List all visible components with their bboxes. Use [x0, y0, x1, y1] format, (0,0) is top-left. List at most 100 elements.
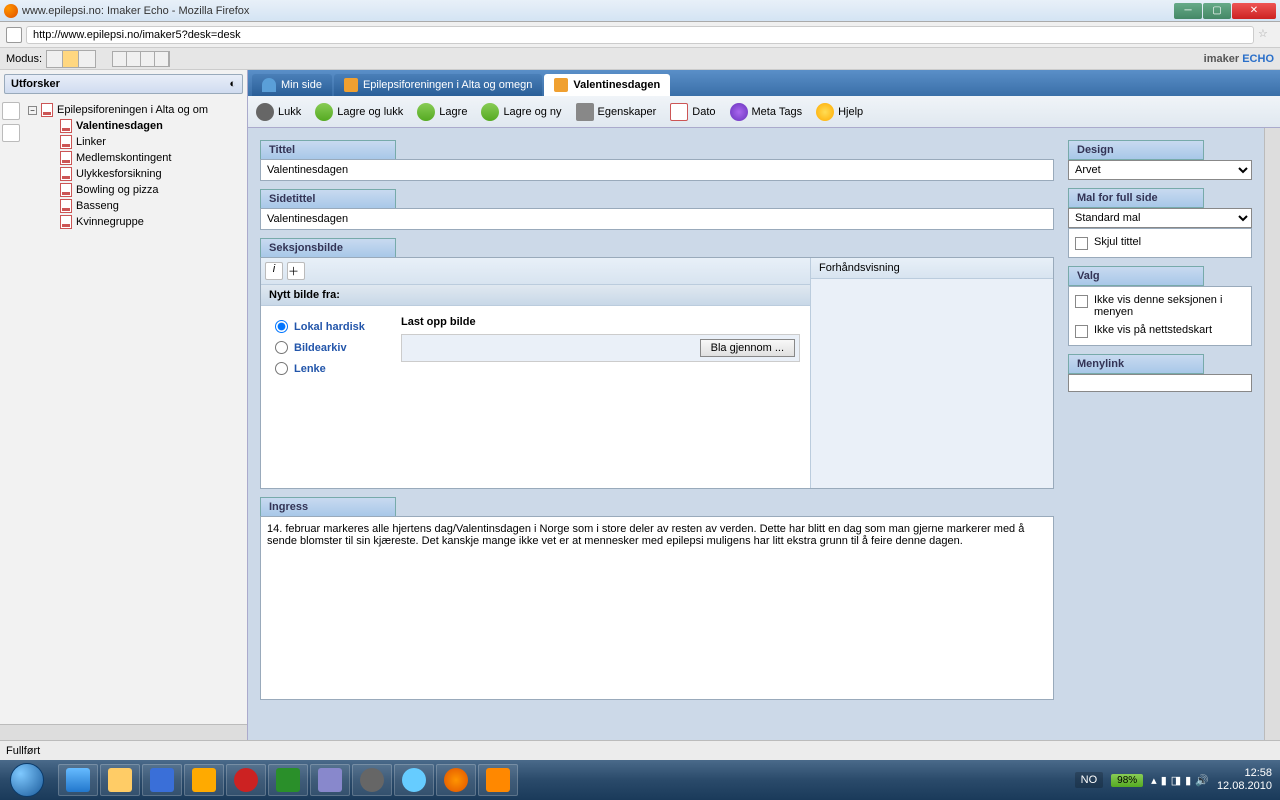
battery-indicator[interactable]: 98%: [1111, 774, 1143, 787]
close-button[interactable]: Lukk: [256, 103, 301, 121]
source-option[interactable]: Lenke: [275, 362, 387, 375]
save-close-button[interactable]: Lagre og lukk: [315, 103, 403, 121]
task-ie[interactable]: [58, 764, 98, 796]
date-button[interactable]: Dato: [670, 103, 715, 121]
app-tab[interactable]: Epilepsiforeningen i Alta og omegn: [334, 74, 542, 96]
valg2-row[interactable]: Ikke vis på nettstedskart: [1073, 321, 1247, 341]
vertical-scrollbar[interactable]: [1264, 128, 1280, 740]
tree-item-label: Basseng: [76, 200, 119, 212]
tray-network-icon[interactable]: ▮: [1185, 774, 1191, 787]
sidebar-title: Utforsker: [11, 78, 60, 90]
help-icon: [816, 103, 834, 121]
brand: imaker ECHO: [1204, 53, 1274, 65]
clock[interactable]: 12:58 12.08.2010: [1217, 767, 1272, 793]
page-icon: [60, 167, 72, 181]
source-option[interactable]: Lokal hardisk: [275, 320, 387, 333]
tree-item[interactable]: Linker: [58, 134, 243, 150]
tray-action-icon[interactable]: ◨: [1171, 774, 1181, 787]
radio-icon[interactable]: [275, 341, 288, 354]
seksjon-toolbar: i ＋: [261, 258, 810, 285]
meta-button[interactable]: Meta Tags: [730, 103, 803, 121]
radio-icon[interactable]: [275, 362, 288, 375]
view-btn-3[interactable]: [141, 52, 155, 66]
window-controls: ─ ▢ ✕: [1174, 3, 1276, 19]
close-button[interactable]: ✕: [1232, 3, 1276, 19]
ingress-textarea[interactable]: 14. februar markeres alle hjertens dag/V…: [260, 516, 1054, 700]
task-calc[interactable]: [310, 764, 350, 796]
tree-item[interactable]: Basseng: [58, 198, 243, 214]
design-select[interactable]: Arvet: [1068, 160, 1252, 180]
search-tool-icon[interactable]: [2, 124, 20, 142]
upload-path-input[interactable]: [406, 339, 694, 357]
task-explorer[interactable]: [100, 764, 140, 796]
tree-item[interactable]: Valentinesdagen: [58, 118, 243, 134]
modus-buttons: [46, 50, 96, 68]
browse-button[interactable]: Bla gjennom ...: [700, 339, 795, 357]
menylink-input[interactable]: [1068, 374, 1252, 392]
firefox-icon: [4, 4, 18, 18]
task-opera[interactable]: [226, 764, 266, 796]
tree-item[interactable]: Medlemskontingent: [58, 150, 243, 166]
start-button[interactable]: [0, 760, 54, 800]
save-button[interactable]: Lagre: [417, 103, 467, 121]
task-firefox[interactable]: [436, 764, 476, 796]
maximize-button[interactable]: ▢: [1203, 3, 1231, 19]
sidebar-hscroll[interactable]: [0, 724, 247, 740]
save-new-button[interactable]: Lagre og ny: [481, 103, 561, 121]
radio-icon[interactable]: [275, 320, 288, 333]
tree-tool-icon[interactable]: [2, 102, 20, 120]
tray-volume-icon[interactable]: 🔊: [1195, 774, 1209, 787]
tray-chevron-icon[interactable]: ▴: [1151, 774, 1157, 787]
mal-select[interactable]: Standard mal: [1068, 208, 1252, 228]
brand-imaker: imaker: [1204, 53, 1239, 65]
task-word[interactable]: [142, 764, 182, 796]
task-app[interactable]: [352, 764, 392, 796]
tree-item[interactable]: Kvinnegruppe: [58, 214, 243, 230]
add-image-icon[interactable]: ＋: [287, 262, 305, 280]
seksjon-label: Seksjonsbilde: [260, 238, 396, 257]
task-excel[interactable]: [268, 764, 308, 796]
info-icon[interactable]: i: [265, 262, 283, 280]
tree-toggle-icon[interactable]: −: [28, 106, 37, 115]
page-icon: [60, 151, 72, 165]
window-title: www.epilepsi.no: Imaker Echo - Mozilla F…: [22, 5, 1174, 17]
page-icon: [60, 183, 72, 197]
source-label: Bildearkiv: [294, 342, 347, 354]
skjul-tittel-row[interactable]: Skjul tittel: [1073, 233, 1247, 253]
page-icon: [6, 27, 22, 43]
tree-root[interactable]: − Epilepsiforeningen i Alta og om: [26, 102, 243, 118]
system-tray: NO 98% ▴ ▮ ◨ ▮ 🔊 12:58 12.08.2010: [1075, 767, 1280, 793]
sidebar-header[interactable]: Utforsker ◐: [4, 74, 243, 94]
url-input[interactable]: http://www.epilepsi.no/imaker5?desk=desk: [26, 26, 1254, 44]
view-btn-2[interactable]: [127, 52, 141, 66]
modus-btn-2[interactable]: [63, 51, 79, 67]
minimize-button[interactable]: ─: [1174, 3, 1202, 19]
task-paint[interactable]: [478, 764, 518, 796]
bookmark-star-icon[interactable]: ☆: [1258, 27, 1274, 43]
upload-label: Last opp bilde: [401, 316, 800, 328]
sidetittel-input[interactable]: [260, 208, 1054, 230]
sidebar-collapse-icon[interactable]: ◐: [229, 78, 236, 90]
tree-item[interactable]: Bowling og pizza: [58, 182, 243, 198]
modus-btn-3[interactable]: [79, 51, 95, 67]
lang-indicator[interactable]: NO: [1075, 772, 1104, 788]
tray-flag-icon[interactable]: ▮: [1161, 774, 1167, 787]
properties-button[interactable]: Egenskaper: [576, 103, 657, 121]
app-tab[interactable]: Min side: [252, 74, 332, 96]
source-option[interactable]: Bildearkiv: [275, 341, 387, 354]
modus-btn-1[interactable]: [47, 51, 63, 67]
view-btn-4[interactable]: [155, 52, 169, 66]
view-btn-1[interactable]: [113, 52, 127, 66]
tree-item-label: Valentinesdagen: [76, 120, 163, 132]
tree: − Epilepsiforeningen i Alta og om Valent…: [22, 98, 247, 724]
valg1-row[interactable]: Ikke vis denne seksjonen i menyen: [1073, 291, 1247, 321]
help-button[interactable]: Hjelp: [816, 103, 863, 121]
task-itunes[interactable]: [394, 764, 434, 796]
tree-item[interactable]: Ulykkesforsikning: [58, 166, 243, 182]
window-titlebar: www.epilepsi.no: Imaker Echo - Mozilla F…: [0, 0, 1280, 22]
tittel-input[interactable]: [260, 159, 1054, 181]
clock-date: 12.08.2010: [1217, 780, 1272, 793]
status-bar: Fullført: [0, 740, 1280, 760]
task-outlook[interactable]: [184, 764, 224, 796]
app-tab[interactable]: Valentinesdagen: [544, 74, 670, 96]
